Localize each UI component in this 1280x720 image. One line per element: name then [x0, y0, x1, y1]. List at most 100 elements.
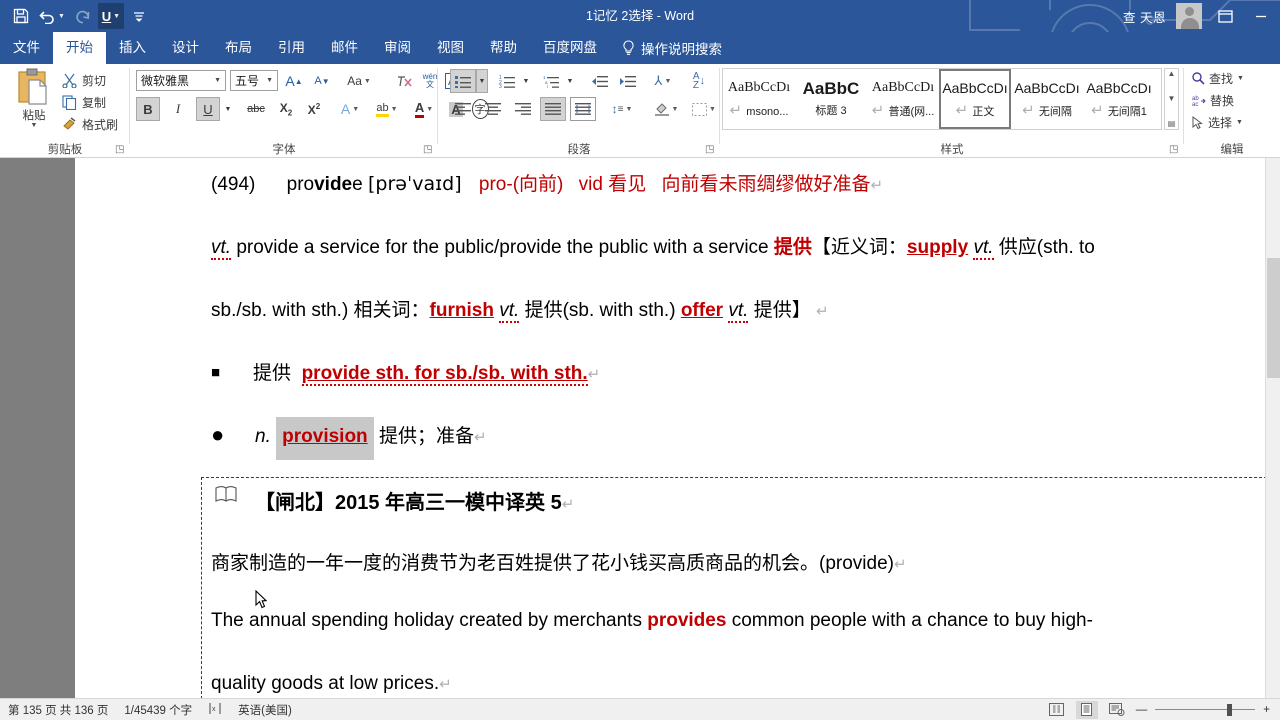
sort-button[interactable]: A Z ↓ [686, 69, 712, 93]
zoom-out-button[interactable]: — [1136, 704, 1148, 716]
language-indicator[interactable]: 英语(美国) [238, 702, 292, 718]
print-layout-button[interactable] [1075, 700, 1098, 719]
zoom-in-button[interactable]: + [1263, 704, 1270, 716]
change-case-button[interactable]: Aa ▼ [342, 69, 376, 93]
tab-review[interactable]: 审阅 [371, 32, 424, 64]
align-center-button[interactable] [480, 97, 506, 121]
scroll-down-icon[interactable]: ▼ [1168, 94, 1176, 104]
shrink-font-button[interactable]: A ▼ [310, 69, 334, 93]
underline-dropdown[interactable]: ▼ [222, 97, 234, 121]
line-spacing-button[interactable]: ↕ ≡ ▼ [606, 97, 638, 121]
select-dropdown-arrow[interactable]: ▼ [1236, 119, 1243, 126]
style-item-msonormal[interactable]: AaBbCcDı ↵ msono... [723, 69, 795, 129]
subscript-button[interactable]: X2 [274, 97, 298, 121]
paragraph-dialog-launcher[interactable]: ◳ [705, 144, 717, 156]
styles-dialog-launcher[interactable]: ◳ [1169, 144, 1181, 156]
scrollbar-thumb[interactable] [1267, 258, 1280, 378]
tell-me-search[interactable]: 操作说明搜索 [610, 32, 722, 64]
page-indicator[interactable]: 第 135 页 共 136 页 [8, 702, 108, 718]
font-size-arrow[interactable]: ▼ [266, 77, 273, 84]
shading-button[interactable]: ▼ [650, 97, 682, 121]
paste-dropdown-arrow[interactable]: ▼ [31, 122, 38, 129]
minimize-button[interactable] [1248, 3, 1274, 29]
vertical-scrollbar[interactable] [1265, 158, 1280, 698]
style-item-normal-web[interactable]: AaBbCcDı ↵ 普通(网... [867, 69, 939, 129]
account-name[interactable]: 查 天恩 [1123, 7, 1166, 26]
align-left-button[interactable] [450, 97, 476, 121]
clear-formatting-button[interactable] [392, 69, 416, 93]
doc-line-usage[interactable]: 提供 provide sth. for sb./sb. with sth.↵ [253, 358, 600, 386]
styles-gallery-scroll[interactable]: ▲ ▼ ▤ [1164, 68, 1179, 130]
bold-button[interactable]: B [136, 97, 160, 121]
format-painter-button[interactable]: 格式刷 [62, 116, 118, 133]
copy-button[interactable]: 复制 [62, 94, 106, 111]
bullets-button[interactable] [450, 69, 476, 93]
document-page[interactable]: (494) providee [prəˈvaɪd] pro-(向前) vid 看… [75, 158, 1280, 698]
more-styles-icon[interactable]: ▤ [1168, 119, 1176, 129]
increase-indent-button[interactable] [614, 69, 640, 93]
borders-button[interactable]: ▼ [688, 97, 720, 121]
scroll-up-icon[interactable]: ▲ [1168, 69, 1176, 79]
doc-line-definition-1[interactable]: vt. provide a service for the public/pro… [211, 232, 1095, 260]
multilevel-dropdown[interactable]: ▼ [564, 69, 576, 93]
exercise-english-line-1[interactable]: The annual spending holiday created by m… [211, 610, 1093, 632]
web-layout-button[interactable] [1106, 701, 1128, 719]
tab-baidu-netdisk[interactable]: 百度网盘 [530, 32, 610, 64]
asian-layout-button[interactable]: ⅄ ▼ [648, 69, 678, 93]
selected-text-highlight[interactable]: provision [276, 417, 374, 460]
find-dropdown-arrow[interactable]: ▼ [1237, 75, 1244, 82]
tab-view[interactable]: 视图 [424, 32, 477, 64]
tab-references[interactable]: 引用 [265, 32, 318, 64]
style-item-heading3[interactable]: AaBbC 标题 3 [795, 69, 867, 129]
tab-insert[interactable]: 插入 [106, 32, 159, 64]
text-effects-button[interactable]: A ▼ [334, 97, 366, 121]
numbering-dropdown[interactable]: ▼ [520, 69, 532, 93]
tab-help[interactable]: 帮助 [477, 32, 530, 64]
select-button[interactable]: 选择 ▼ [1192, 114, 1243, 131]
cut-button[interactable]: 剪切 [62, 72, 106, 89]
tab-design[interactable]: 设计 [159, 32, 212, 64]
font-family-arrow[interactable]: ▼ [214, 77, 221, 84]
text-highlight-button[interactable]: ab ▼ [370, 97, 404, 121]
word-count[interactable]: 1/45439 个字 [124, 702, 192, 718]
font-dialog-launcher[interactable]: ◳ [423, 144, 435, 156]
font-color-button[interactable]: A ▼ [408, 97, 440, 121]
bullets-dropdown[interactable]: ▼ [476, 69, 488, 93]
doc-line-derivative[interactable]: n. provision 提供；准备↵ [255, 417, 487, 460]
style-item-no-spacing-1[interactable]: AaBbCcDı ↵ 无间隔1 [1083, 69, 1155, 129]
style-item-body-text[interactable]: AaBbCcDı ↵ 正文 [939, 69, 1011, 129]
justify-button[interactable] [540, 97, 566, 121]
underline-button[interactable]: U [196, 97, 220, 121]
strikethrough-button[interactable]: abc [242, 97, 270, 121]
ribbon-display-options-button[interactable] [1212, 3, 1238, 29]
document-canvas[interactable]: (494) providee [prəˈvaɪd] pro-(向前) vid 看… [0, 158, 1280, 698]
proofing-icon[interactable]: x [208, 702, 222, 718]
italic-button[interactable]: I [166, 97, 190, 121]
tab-mailings[interactable]: 邮件 [318, 32, 371, 64]
zoom-slider[interactable] [1155, 703, 1256, 717]
numbering-button[interactable]: 1 2 3 [494, 69, 520, 93]
tab-layout[interactable]: 布局 [212, 32, 265, 64]
align-right-button[interactable] [510, 97, 536, 121]
superscript-button[interactable]: X2 [302, 97, 326, 121]
doc-line-headword[interactable]: (494) providee [prəˈvaɪd] pro-(向前) vid 看… [211, 169, 883, 196]
paste-button[interactable]: 粘贴 ▼ [10, 68, 58, 134]
tab-file[interactable]: 文件 [0, 32, 53, 64]
avatar[interactable] [1176, 3, 1202, 29]
grow-font-button[interactable]: A ▲ [282, 69, 306, 93]
exercise-english-line-2[interactable]: quality goods at low prices.↵ [211, 673, 452, 695]
decrease-indent-button[interactable] [586, 69, 612, 93]
font-family-combo[interactable]: 微软雅黑 ▼ [136, 70, 226, 91]
zoom-knob[interactable] [1227, 703, 1233, 716]
distribute-button[interactable] [570, 97, 596, 121]
exercise-chinese-prompt[interactable]: 商家制造的一年一度的消费节为老百姓提供了花小钱买高质商品的机会。(provide… [211, 548, 907, 575]
tab-home[interactable]: 开始 [53, 32, 106, 64]
exercise-heading[interactable]: 【闸北】2015 年高三一模中译英 5↵ [255, 486, 574, 515]
doc-line-definition-2[interactable]: sb./sb. with sth.) 相关词：furnish vt. 提供(sb… [211, 295, 829, 323]
clipboard-dialog-launcher[interactable]: ◳ [115, 144, 127, 156]
replace-button[interactable]: ab ac 替换 [1192, 92, 1234, 109]
read-mode-button[interactable] [1046, 701, 1068, 719]
multilevel-list-button[interactable]: 1 a i [538, 69, 564, 93]
find-button[interactable]: 查找 ▼ [1192, 70, 1244, 87]
style-item-no-spacing[interactable]: AaBbCcDı ↵ 无间隔 [1011, 69, 1083, 129]
